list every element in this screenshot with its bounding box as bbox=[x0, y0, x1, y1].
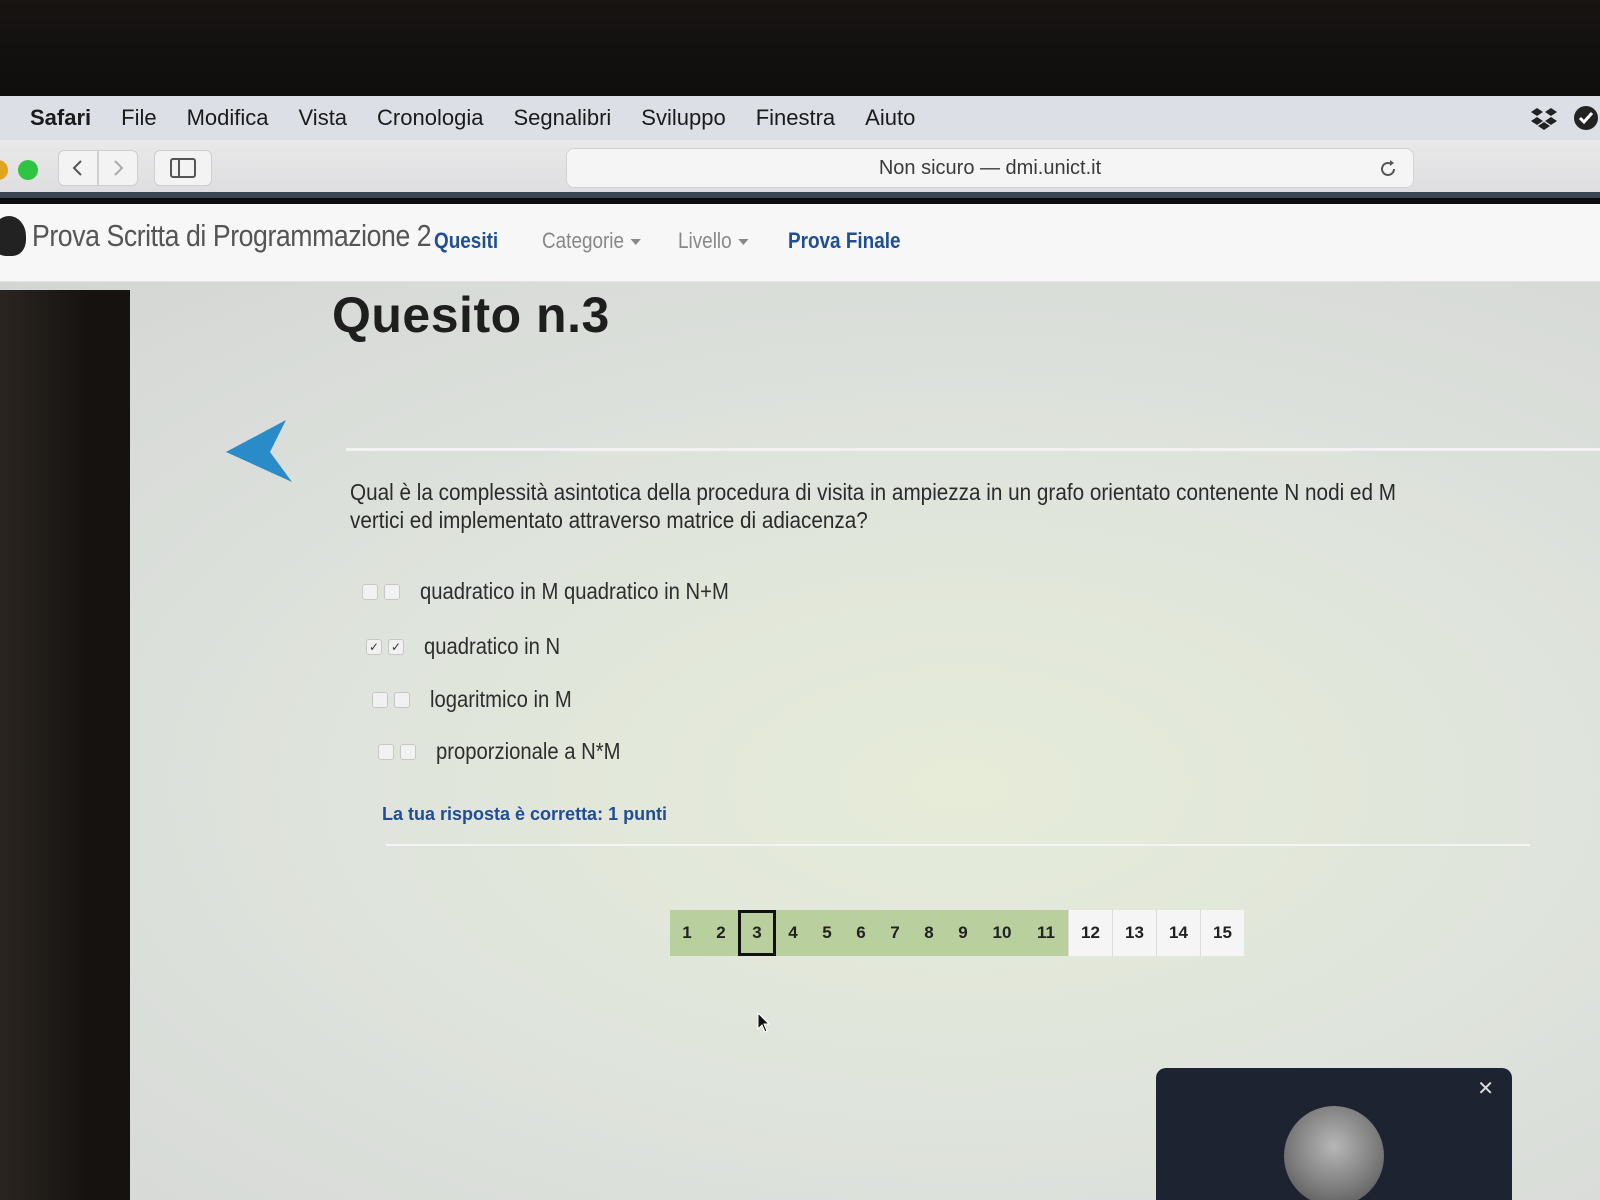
question-title: Quesito n.3 bbox=[332, 287, 610, 343]
nav-livello-dropdown[interactable]: Livello bbox=[678, 228, 749, 254]
answer-feedback: La tua risposta è corretta: 1 punti bbox=[382, 804, 668, 824]
page-4-button[interactable]: 4 bbox=[776, 910, 810, 956]
menu-aiuto[interactable]: Aiuto bbox=[865, 105, 915, 131]
menu-bar: Safari File Modifica Vista Cronologia Se… bbox=[0, 96, 1600, 140]
caret-down-icon bbox=[630, 239, 642, 246]
nav-categorie-label: Categorie bbox=[542, 228, 625, 253]
menu-sviluppo[interactable]: Sviluppo bbox=[641, 105, 725, 131]
forward-button[interactable] bbox=[98, 150, 138, 186]
option-1-label: quadratico in M quadratico in N+M bbox=[420, 578, 729, 604]
page-8-button[interactable]: 8 bbox=[912, 910, 946, 956]
option-3-label: logaritmico in M bbox=[430, 686, 572, 712]
caret-down-icon bbox=[738, 239, 749, 246]
dropbox-icon[interactable] bbox=[1530, 104, 1558, 132]
site-navbar: Prova Scritta di Programmazione 2 Quesit… bbox=[0, 204, 1600, 282]
mouse-cursor-icon bbox=[757, 1012, 771, 1033]
video-overlay[interactable]: ✕ bbox=[1156, 1068, 1512, 1200]
page-1-button[interactable]: 1 bbox=[670, 910, 704, 956]
menu-file[interactable]: File bbox=[121, 105, 156, 131]
screen: Safari File Modifica Vista Cronologia Se… bbox=[0, 96, 1600, 1200]
main-content: Quesito n.3 Qual è la complessità asinto… bbox=[0, 282, 1600, 1200]
nav-quesiti[interactable]: Quesiti bbox=[434, 228, 498, 254]
option-1-checkbox-a[interactable] bbox=[362, 583, 378, 600]
page-3-button-current[interactable]: 3 bbox=[738, 910, 776, 956]
zoom-window-button[interactable] bbox=[18, 160, 38, 180]
divider bbox=[346, 448, 1600, 451]
option-2-checkbox-a[interactable]: ✓ bbox=[366, 638, 382, 655]
video-thumbnail bbox=[1284, 1106, 1384, 1200]
back-button[interactable] bbox=[58, 150, 98, 186]
option-4[interactable]: proporzionale a N*M bbox=[378, 738, 646, 765]
reload-icon[interactable] bbox=[1377, 158, 1399, 180]
menu-segnalibri[interactable]: Segnalibri bbox=[513, 105, 611, 131]
browser-toolbar: Non sicuro — dmi.unict.it bbox=[0, 140, 1600, 198]
page-9-button[interactable]: 9 bbox=[946, 910, 980, 956]
page-10-button[interactable]: 10 bbox=[980, 910, 1024, 956]
nav-categorie-dropdown[interactable]: Categorie bbox=[542, 228, 642, 254]
back-arrow-icon[interactable] bbox=[224, 418, 294, 484]
option-3[interactable]: logaritmico in M bbox=[372, 686, 591, 713]
option-4-checkbox-a[interactable] bbox=[378, 743, 394, 760]
monitor-bezel bbox=[0, 0, 1600, 96]
menu-modifica[interactable]: Modifica bbox=[187, 105, 269, 131]
chevron-left-icon bbox=[72, 160, 82, 176]
monitor-bezel-left bbox=[0, 290, 130, 1200]
option-1[interactable]: quadratico in M quadratico in N+M bbox=[362, 578, 771, 605]
site-logo[interactable] bbox=[0, 216, 26, 256]
menu-vista[interactable]: Vista bbox=[299, 105, 348, 131]
option-3-checkbox-b[interactable] bbox=[394, 691, 410, 708]
chevron-right-icon bbox=[114, 160, 124, 176]
page-6-button[interactable]: 6 bbox=[844, 910, 878, 956]
sidebar-icon bbox=[170, 158, 196, 178]
menu-safari[interactable]: Safari bbox=[30, 105, 91, 131]
menu-tray bbox=[1530, 104, 1600, 132]
option-4-label: proporzionale a N*M bbox=[436, 738, 621, 764]
option-1-checkbox-b[interactable] bbox=[384, 583, 400, 600]
page-13-button[interactable]: 13 bbox=[1112, 910, 1156, 956]
address-bar[interactable]: Non sicuro — dmi.unict.it bbox=[566, 148, 1414, 188]
menu-cronologia[interactable]: Cronologia bbox=[377, 105, 483, 131]
option-4-checkbox-b[interactable] bbox=[400, 743, 416, 760]
page-11-button[interactable]: 11 bbox=[1024, 910, 1068, 956]
page-2-button[interactable]: 2 bbox=[704, 910, 738, 956]
site-brand[interactable]: Prova Scritta di Programmazione 2 bbox=[32, 218, 432, 254]
page-14-button[interactable]: 14 bbox=[1156, 910, 1200, 956]
option-2-label: quadratico in N bbox=[424, 633, 561, 659]
page-7-button[interactable]: 7 bbox=[878, 910, 912, 956]
question-text: Qual è la complessità asintotica della p… bbox=[350, 479, 1396, 533]
address-url: Non sicuro — dmi.unict.it bbox=[878, 156, 1102, 179]
divider bbox=[386, 844, 1530, 846]
sidebar-toggle-button[interactable] bbox=[154, 150, 212, 186]
minimize-window-button[interactable] bbox=[0, 160, 8, 180]
checkmark-status-icon[interactable] bbox=[1572, 104, 1600, 132]
menu-finestra[interactable]: Finestra bbox=[756, 105, 835, 131]
option-2-checkbox-b[interactable]: ✓ bbox=[388, 638, 404, 655]
close-icon[interactable]: ✕ bbox=[1477, 1076, 1494, 1101]
nav-prova-finale[interactable]: Prova Finale bbox=[788, 228, 901, 254]
option-3-checkbox-a[interactable] bbox=[372, 691, 388, 708]
page-5-button[interactable]: 5 bbox=[810, 910, 844, 956]
page-12-button[interactable]: 12 bbox=[1068, 910, 1112, 956]
option-2[interactable]: ✓ ✓ quadratico in N bbox=[366, 633, 579, 660]
nav-livello-label: Livello bbox=[678, 228, 732, 253]
question-pager: 1 2 3 4 5 6 7 8 9 10 11 12 13 14 15 bbox=[670, 910, 1244, 956]
page-15-button[interactable]: 15 bbox=[1200, 910, 1244, 956]
